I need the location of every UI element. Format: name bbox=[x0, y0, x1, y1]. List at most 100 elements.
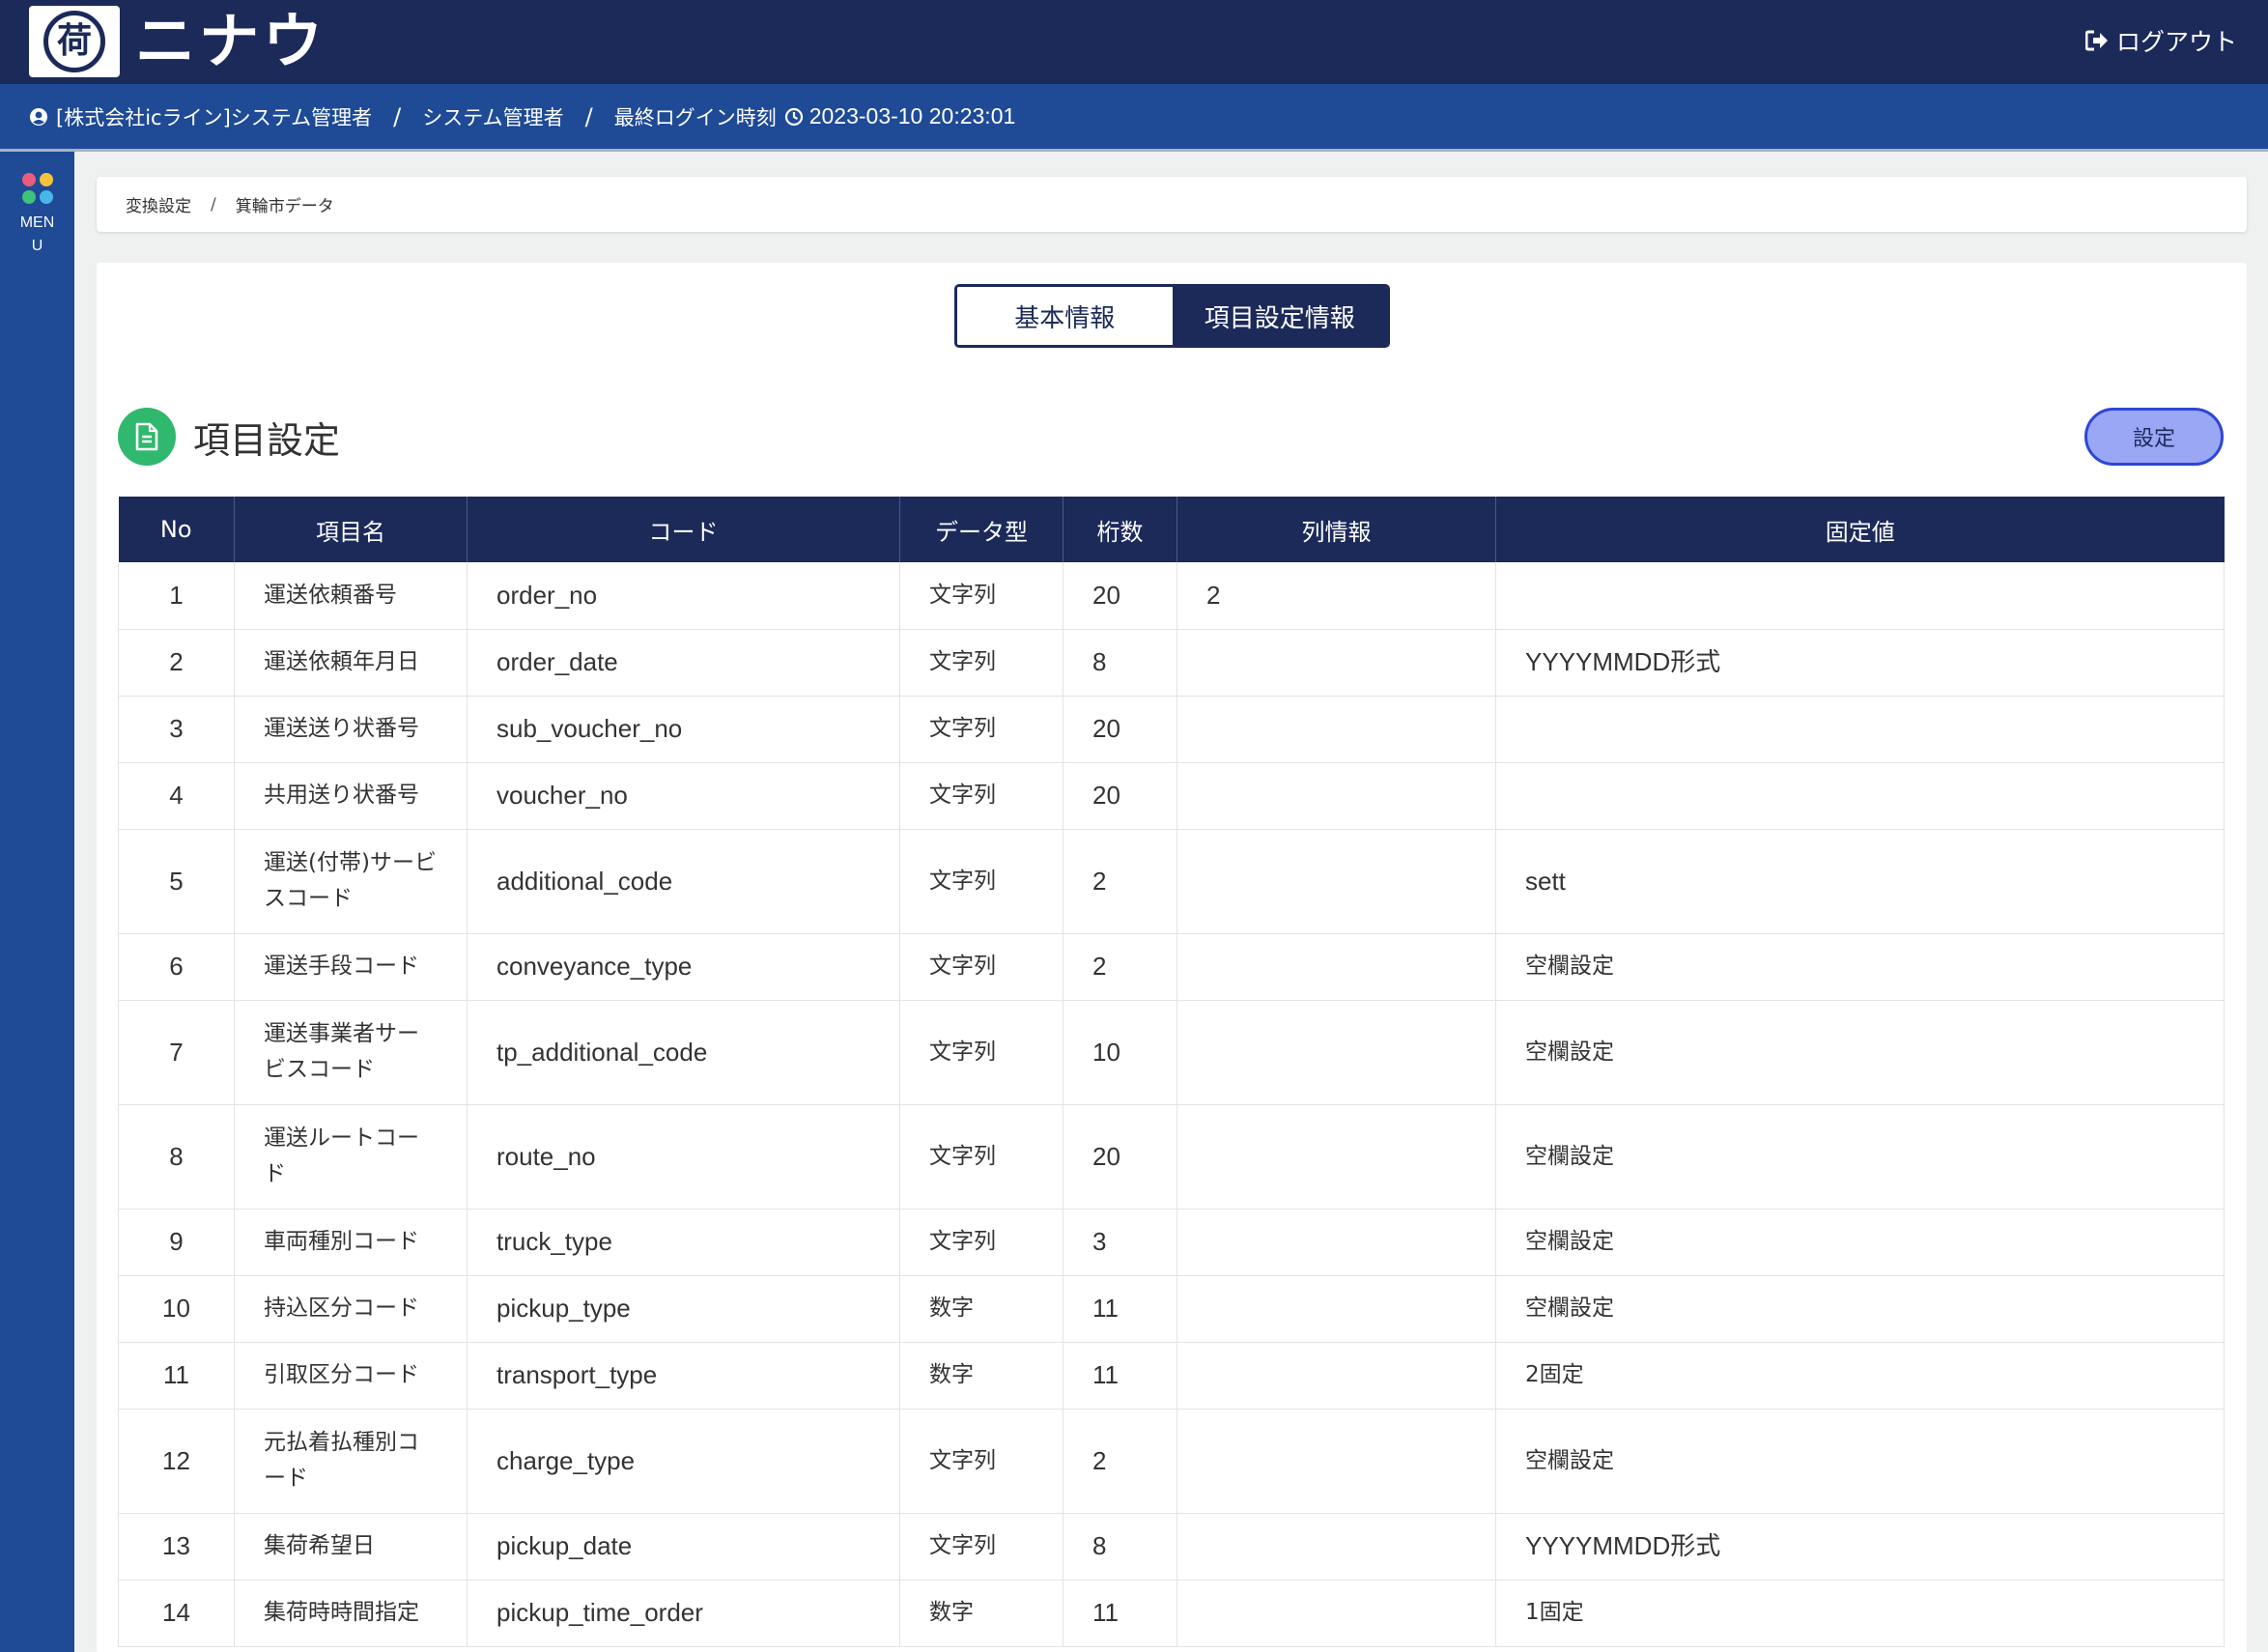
document-icon bbox=[118, 408, 176, 466]
main-panel: 基本情報 項目設定情報 項目設定 設定 No 項目名 コード データ型 桁数 列… bbox=[97, 263, 2247, 1652]
cell-fixed-value: 空欄設定 bbox=[1495, 1000, 2225, 1105]
cell-column-info bbox=[1177, 933, 1496, 1001]
item-settings-table: No 項目名 コード データ型 桁数 列情報 固定値 1 運送依頼番号 orde… bbox=[118, 497, 2225, 1647]
cell-digits: 8 bbox=[1063, 629, 1177, 697]
column-header-column-info: 列情報 bbox=[1177, 497, 1496, 562]
cell-column-info bbox=[1177, 762, 1496, 830]
cell-no: 11 bbox=[118, 1342, 235, 1410]
cell-name: 共用送り状番号 bbox=[234, 762, 468, 830]
logo-mark: 荷 bbox=[29, 6, 120, 77]
table-row[interactable]: 2 運送依頼年月日 order_date 文字列 8 YYYYMMDD形式 bbox=[118, 629, 2225, 697]
cell-digits: 8 bbox=[1063, 1513, 1177, 1581]
column-header-no: No bbox=[118, 497, 235, 562]
table-row[interactable]: 12 元払着払種別コード charge_type 文字列 2 空欄設定 bbox=[118, 1409, 2225, 1514]
logout-label: ログアウト bbox=[2115, 28, 2237, 56]
table-row[interactable]: 7 運送事業者サービスコード tp_additional_code 文字列 10… bbox=[118, 1000, 2225, 1105]
sidebar: MENU bbox=[0, 152, 74, 1652]
table-row[interactable]: 5 運送(付帯)サービスコード additional_code 文字列 2 se… bbox=[118, 829, 2225, 934]
cell-column-info bbox=[1177, 1000, 1496, 1105]
cell-fixed-value: 空欄設定 bbox=[1495, 1209, 2225, 1276]
logo-text: ニナウ bbox=[135, 6, 327, 76]
cell-no: 1 bbox=[118, 562, 235, 630]
cell-fixed-value bbox=[1495, 562, 2225, 630]
cell-name: 運送ルートコード bbox=[234, 1104, 468, 1210]
cell-no: 13 bbox=[118, 1513, 235, 1581]
cell-digits: 2 bbox=[1063, 933, 1177, 1001]
cell-name: 車両種別コード bbox=[234, 1209, 468, 1276]
table-row[interactable]: 9 車両種別コード truck_type 文字列 3 空欄設定 bbox=[118, 1209, 2225, 1276]
cell-name: 集荷時時間指定 bbox=[234, 1580, 468, 1647]
tab-basic-info[interactable]: 基本情報 bbox=[957, 287, 1173, 345]
cell-fixed-value: 空欄設定 bbox=[1495, 933, 2225, 1001]
menu-button[interactable]: MENU bbox=[0, 173, 74, 258]
cell-type: 数字 bbox=[899, 1580, 1063, 1647]
column-header-code: コード bbox=[467, 497, 900, 562]
menu-label: MENU bbox=[19, 214, 55, 254]
cell-no: 6 bbox=[118, 933, 235, 1001]
cell-column-info bbox=[1177, 1513, 1496, 1581]
cell-code: transport_type bbox=[467, 1342, 900, 1410]
cell-name: 運送(付帯)サービスコード bbox=[234, 829, 468, 934]
cell-fixed-value: sett bbox=[1495, 829, 2225, 934]
breadcrumb-item-conversion-settings[interactable]: 変換設定 bbox=[126, 192, 191, 216]
cell-fixed-value: 1固定 bbox=[1495, 1580, 2225, 1647]
cell-no: 8 bbox=[118, 1104, 235, 1210]
cell-column-info bbox=[1177, 829, 1496, 934]
tab-group: 基本情報 項目設定情報 bbox=[954, 284, 1390, 348]
cell-fixed-value: 空欄設定 bbox=[1495, 1104, 2225, 1210]
logout-button[interactable]: ログアウト bbox=[2084, 21, 2237, 60]
cell-code: truck_type bbox=[467, 1209, 900, 1276]
user-circle-icon bbox=[30, 107, 47, 126]
cell-code: order_date bbox=[467, 629, 900, 697]
cell-column-info bbox=[1177, 1209, 1496, 1276]
app-logo[interactable]: 荷 ニナウ bbox=[29, 6, 326, 77]
cell-digits: 10 bbox=[1063, 1000, 1177, 1105]
table-row[interactable]: 10 持込区分コード pickup_type 数字 11 空欄設定 bbox=[118, 1275, 2225, 1343]
table-header-row: No 項目名 コード データ型 桁数 列情報 固定値 bbox=[118, 497, 2225, 562]
cell-fixed-value: 空欄設定 bbox=[1495, 1275, 2225, 1343]
cell-column-info bbox=[1177, 1409, 1496, 1514]
cell-fixed-value bbox=[1495, 696, 2225, 763]
column-header-fixed-value: 固定値 bbox=[1495, 497, 2225, 562]
table-row[interactable]: 3 運送送り状番号 sub_voucher_no 文字列 20 bbox=[118, 696, 2225, 763]
cell-code: voucher_no bbox=[467, 762, 900, 830]
table-row[interactable]: 13 集荷希望日 pickup_date 文字列 8 YYYYMMDD形式 bbox=[118, 1513, 2225, 1581]
cell-code: conveyance_type bbox=[467, 933, 900, 1001]
cell-name: 元払着払種別コード bbox=[234, 1409, 468, 1514]
table-row[interactable]: 14 集荷時時間指定 pickup_time_order 数字 11 1固定 bbox=[118, 1580, 2225, 1647]
table-row[interactable]: 4 共用送り状番号 voucher_no 文字列 20 bbox=[118, 762, 2225, 830]
table-row[interactable]: 8 運送ルートコード route_no 文字列 20 空欄設定 bbox=[118, 1104, 2225, 1210]
cell-code: pickup_date bbox=[467, 1513, 900, 1581]
cell-column-info bbox=[1177, 1580, 1496, 1647]
cell-code: pickup_time_order bbox=[467, 1580, 900, 1647]
cell-digits: 11 bbox=[1063, 1342, 1177, 1410]
cell-fixed-value: YYYYMMDD形式 bbox=[1495, 629, 2225, 697]
settings-button[interactable]: 設定 bbox=[2084, 408, 2224, 466]
logo-mark-glyph: 荷 bbox=[43, 11, 105, 72]
cell-digits: 20 bbox=[1063, 562, 1177, 630]
cell-type: 文字列 bbox=[899, 1409, 1063, 1514]
cell-name: 持込区分コード bbox=[234, 1275, 468, 1343]
cell-fixed-value: 2固定 bbox=[1495, 1342, 2225, 1410]
last-login-time: 2023-03-10 20:23:01 bbox=[808, 103, 1016, 128]
cell-type: 文字列 bbox=[899, 829, 1063, 934]
cell-code: charge_type bbox=[467, 1409, 900, 1514]
tab-item-settings-info[interactable]: 項目設定情報 bbox=[1172, 287, 1387, 345]
breadcrumb-separator: / bbox=[211, 194, 216, 214]
menu-dots-icon bbox=[0, 173, 74, 204]
cell-code: pickup_type bbox=[467, 1275, 900, 1343]
column-header-type: データ型 bbox=[899, 497, 1063, 562]
table-row[interactable]: 1 運送依頼番号 order_no 文字列 20 2 bbox=[118, 562, 2225, 630]
cell-type: 数字 bbox=[899, 1342, 1063, 1410]
cell-no: 9 bbox=[118, 1209, 235, 1276]
app-header: 荷 ニナウ ログアウト bbox=[0, 0, 2268, 84]
cell-column-info bbox=[1177, 1104, 1496, 1210]
user-info-bar: [株式会社icライン]システム管理者 / システム管理者 / 最終ログイン時刻 … bbox=[0, 84, 2268, 152]
cell-name: 運送依頼年月日 bbox=[234, 629, 468, 697]
table-row[interactable]: 11 引取区分コード transport_type 数字 11 2固定 bbox=[118, 1342, 2225, 1410]
table-row[interactable]: 6 運送手段コード conveyance_type 文字列 2 空欄設定 bbox=[118, 933, 2225, 1001]
cell-type: 文字列 bbox=[899, 562, 1063, 630]
section-title: 項目設定 bbox=[193, 418, 341, 462]
cell-name: 運送手段コード bbox=[234, 933, 468, 1001]
subbar-separator: / bbox=[584, 102, 593, 130]
